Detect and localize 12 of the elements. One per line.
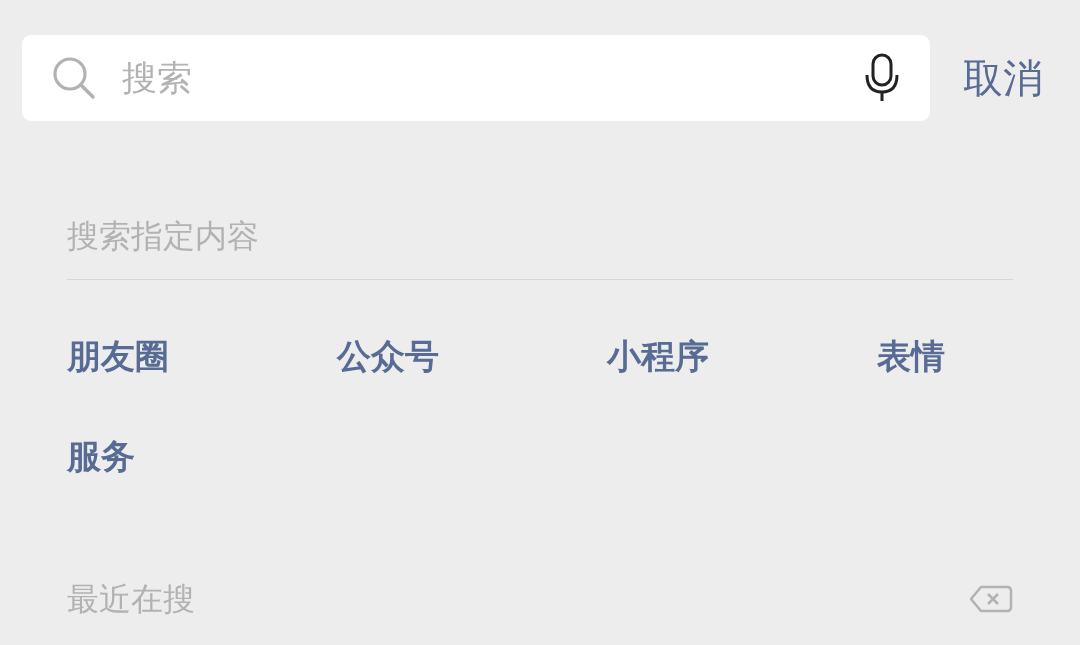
search-field[interactable]: 搜索 — [122, 58, 864, 98]
section-title: 最近在搜 — [67, 580, 195, 618]
cancel-button[interactable]: 取消 — [963, 50, 1043, 106]
category-link[interactable]: 公众号 — [337, 336, 439, 376]
category-link[interactable]: 小程序 — [607, 336, 709, 376]
section-title: 搜索指定内容 — [67, 217, 260, 255]
microphone-icon[interactable] — [864, 53, 900, 103]
category-link[interactable]: 服务 — [67, 436, 135, 476]
category-link[interactable]: 朋友圈 — [67, 336, 169, 376]
search-bar[interactable]: 搜索 — [22, 35, 930, 121]
search-icon — [52, 56, 96, 100]
category-link[interactable]: 表情 — [877, 336, 945, 376]
